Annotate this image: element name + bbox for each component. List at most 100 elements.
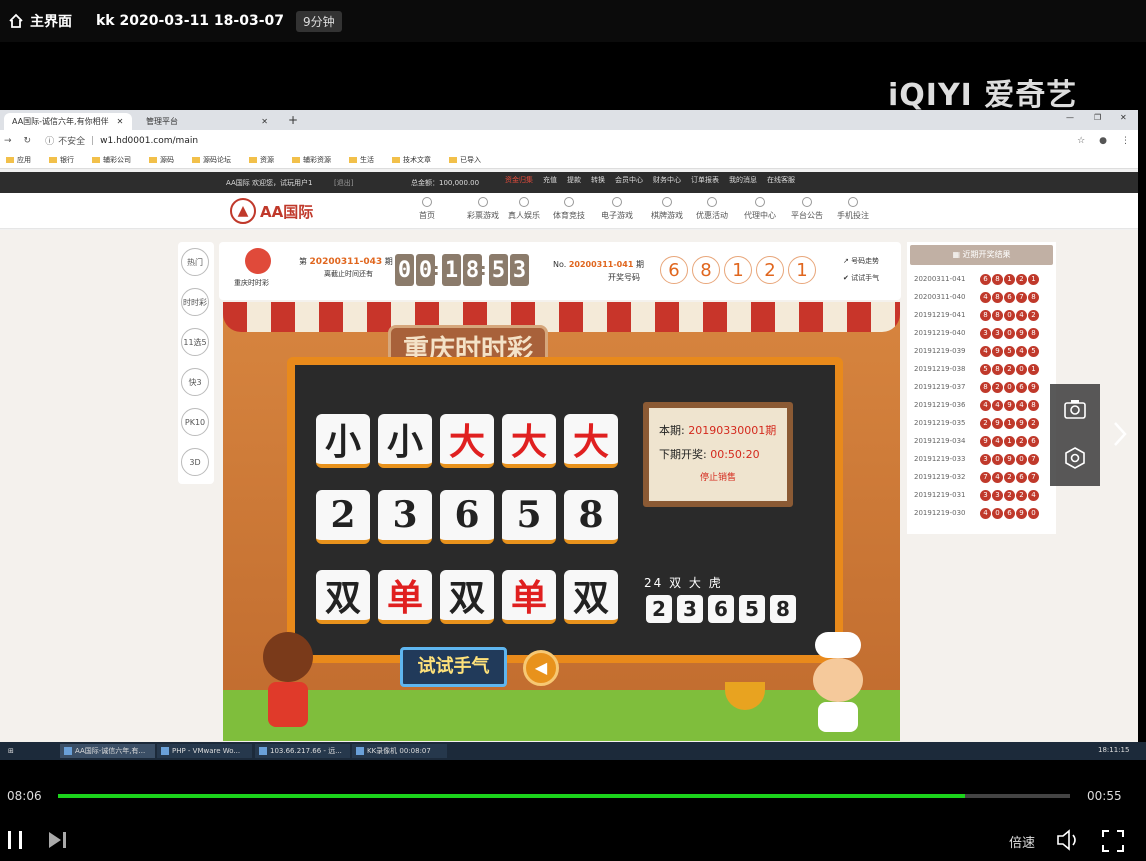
welcome-text: AA国际 欢迎您，试玩用户1 [226,179,313,187]
nav-item[interactable]: 手机投注 [833,197,873,221]
account-icon[interactable]: ● [1099,136,1107,146]
top-link-item[interactable]: 充值 [543,175,557,185]
sound-icon[interactable]: ◀ [523,650,559,686]
fullscreen-icon[interactable] [1101,829,1125,853]
result-number-ball: 9 [1016,507,1027,519]
home-button[interactable]: 主界面 [8,11,72,31]
star-icon[interactable]: ☆ [1077,136,1085,146]
top-link-item[interactable]: 转换 [591,175,605,185]
nav-item[interactable]: 体育竞技 [549,197,589,221]
try-luck-link[interactable]: ✔ 试试手气 [843,273,879,283]
bookmark-label: 辅彩资源 [303,155,331,164]
tab-aa[interactable]: AA国际-诚信六年,有你相伴 ✕ [4,113,132,130]
tab-admin[interactable]: 管理平台 ✕ [138,113,276,130]
result-number-ball: 6 [980,273,991,285]
pause-icon[interactable] [6,830,24,850]
result-number-ball: 9 [1016,327,1027,339]
result-number-ball: 9 [1004,399,1015,411]
bookmark-item[interactable]: 生活 [349,155,374,165]
screenshot-icon[interactable] [1063,398,1087,420]
reload-icon[interactable]: ↻ [24,136,32,146]
close-window-icon[interactable]: ✕ [1120,113,1127,122]
maximize-icon[interactable]: ❐ [1094,113,1101,122]
nav-label: 优惠活动 [696,211,728,220]
top-link-item[interactable]: 在线客服 [767,175,795,185]
result-period: 20191219-038 [914,365,966,373]
chevron-right-icon[interactable] [1112,420,1128,448]
close-icon[interactable]: ✕ [117,117,124,126]
nav-item[interactable]: 优惠活动 [692,197,732,221]
bookmark-item[interactable]: 辅彩公司 [92,155,131,165]
lottery-category-button[interactable]: 3D [181,448,209,476]
bookmark-label: 技术文章 [403,155,431,164]
nav-item[interactable]: 代理中心 [740,197,780,221]
start-button[interactable]: ⊞ [4,744,18,758]
result-number-ball: 4 [980,291,991,303]
next-icon[interactable] [47,830,69,850]
lottery-category-button[interactable]: 11选5 [181,328,209,356]
result-number-ball: 2 [1004,471,1015,483]
result-tile: 小 [378,414,432,468]
taskbar-item[interactable]: AA国际-诚信六年,有... [60,744,155,758]
nav-label: 手机投注 [837,211,869,220]
period-suffix: 期 [384,257,393,266]
bookmark-item[interactable]: 源码论坛 [192,155,231,165]
nav-item[interactable]: 电子游戏 [597,197,637,221]
current-period: 第 20200311-043 期 [299,256,393,267]
logout-link[interactable]: [退出] [334,178,353,188]
volume-icon[interactable] [1056,829,1082,851]
taskbar-item[interactable]: 103.66.217.66 - 远... [255,744,350,758]
nav-item[interactable]: 首页 [407,197,447,221]
minimize-icon[interactable]: — [1066,113,1074,122]
result-period: 20191219-036 [914,401,966,409]
nav-item[interactable]: 平台公告 [787,197,827,221]
tab-admin-label: 管理平台 [146,117,178,126]
lottery-category-button[interactable]: 时时彩 [181,288,209,316]
trend-link[interactable]: ↗ 号码走势 [843,256,879,266]
top-link-item[interactable]: 财务中心 [653,175,681,185]
bookmark-item[interactable]: 技术文章 [392,155,431,165]
forward-icon[interactable]: → [4,136,12,146]
bookmark-item[interactable]: 银行 [49,155,74,165]
lottery-category-button[interactable]: PK10 [181,408,209,436]
result-number-ball: 5 [1028,345,1039,357]
top-link-item[interactable]: 我的消息 [729,175,757,185]
bookmark-item[interactable]: 已导入 [449,155,481,165]
result-number-ball: 2 [1004,489,1015,501]
result-number-ball: 3 [992,327,1003,339]
close-icon[interactable]: ✕ [261,117,268,126]
result-period: 20200311-041 [914,275,966,283]
top-link-item[interactable]: 订单报表 [691,175,719,185]
balance-text: 总金额：100,000.00 [411,179,480,187]
menu-icon[interactable]: ⋮ [1121,136,1130,146]
result-number-ball: 4 [1016,399,1027,411]
result-period: 20191219-031 [914,491,966,499]
recent-results-header[interactable]: ▦ 近期开奖结果 [910,245,1053,265]
taskbar-item[interactable]: KK录像机 00:08:07 [352,744,447,758]
top-link-item[interactable]: 会员中心 [615,175,643,185]
result-number-ball: 8 [1028,327,1039,339]
taskbar-item[interactable]: PHP - VMware Wo... [157,744,252,758]
awning [223,302,900,332]
top-link-item[interactable]: 提款 [567,175,581,185]
bookmark-item[interactable]: 源码 [149,155,174,165]
bookmark-item[interactable]: 辅彩资源 [292,155,331,165]
brand-logo[interactable]: ▲ AA国际 [230,198,313,224]
bookmark-item[interactable]: 应用 [6,155,31,165]
nav-item[interactable]: 棋牌游戏 [647,197,687,221]
url-text[interactable]: w1.hd0001.com/main [100,136,198,146]
duration-badge: 9分钟 [296,10,342,32]
hexagon-icon[interactable] [1063,446,1087,470]
new-tab-button[interactable]: + [288,113,298,127]
result-number-ball: 8 [992,273,1003,285]
bookmark-item[interactable]: 资源 [249,155,274,165]
try-luck-button[interactable]: 试试手气 [400,647,507,687]
calendar-icon: ▦ [952,250,960,259]
nav-item[interactable]: 真人娱乐 [504,197,544,221]
speed-button[interactable]: 倍速 [1009,832,1035,851]
nav-item[interactable]: 彩票游戏 [463,197,503,221]
lottery-category-button[interactable]: 热门 [181,248,209,276]
lottery-category-button[interactable]: 快3 [181,368,209,396]
top-link-item[interactable]: 资金归集 [505,175,533,185]
result-tile: 单 [378,570,432,624]
